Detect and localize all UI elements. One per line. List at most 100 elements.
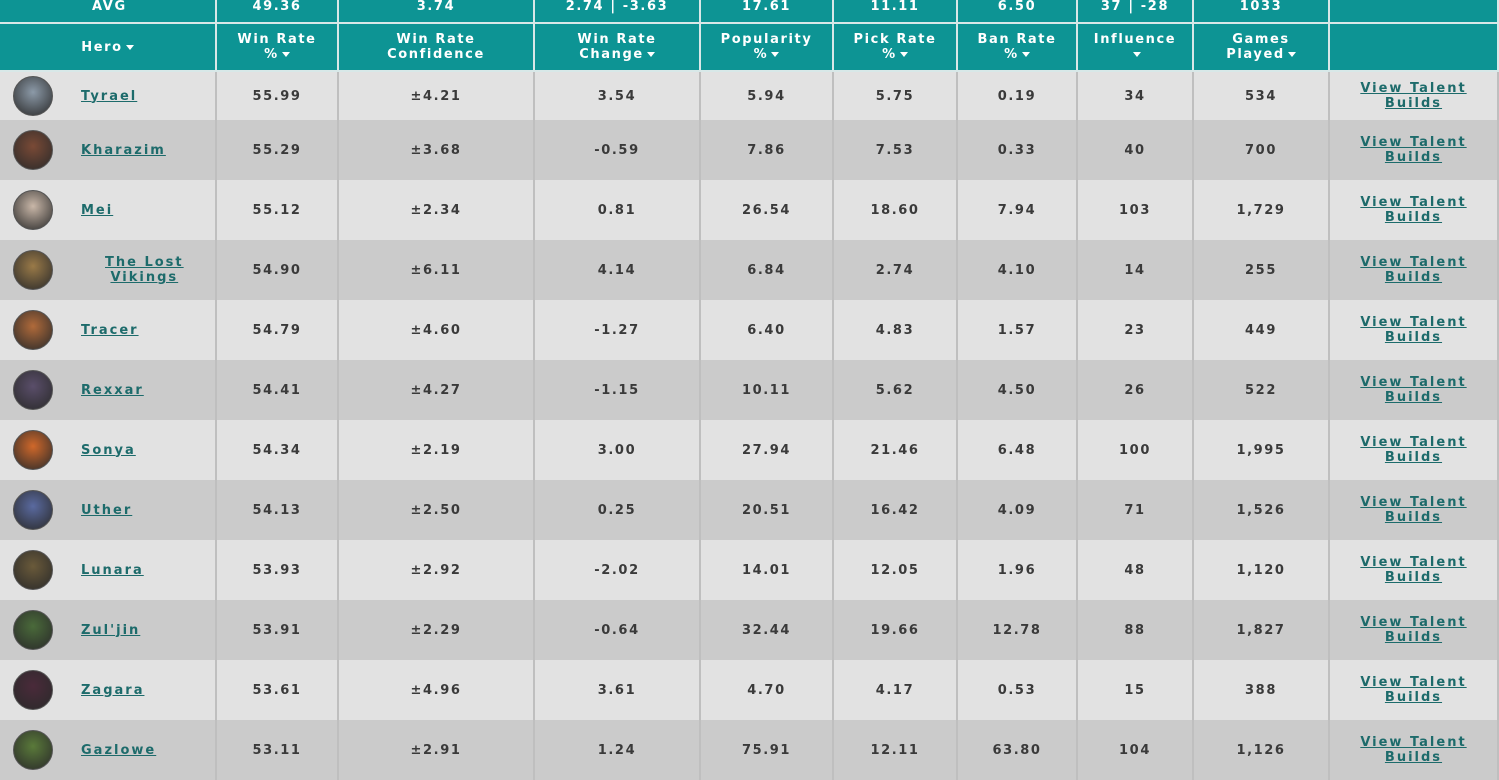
- win-rate-change-cell: -0.59: [535, 120, 701, 180]
- avg-row: AVG 49.36 3.74 2.74 | -3.63 17.61 11.11 …: [0, 0, 1499, 22]
- hero-link[interactable]: The Lost Vikings: [105, 255, 184, 285]
- view-talent-builds-link[interactable]: View Talent Builds: [1360, 735, 1466, 765]
- avg-win-rate-change: 2.74 | -3.63: [535, 0, 701, 22]
- talent-cell: View Talent Builds: [1330, 420, 1499, 480]
- sort-caret-icon: [1287, 52, 1296, 57]
- view-talent-builds-link[interactable]: View Talent Builds: [1360, 555, 1466, 585]
- ban-rate-cell: 6.48: [958, 420, 1078, 480]
- pick-rate-cell: 5.62: [834, 360, 958, 420]
- hero-link[interactable]: Kharazim: [81, 143, 166, 158]
- hero-portrait-icon[interactable]: [13, 370, 53, 410]
- view-talent-builds-link[interactable]: View Talent Builds: [1360, 675, 1466, 705]
- sort-caret-icon: [1021, 52, 1030, 57]
- pick-rate-cell: 19.66: [834, 600, 958, 660]
- table-row: Uther 54.13 ±2.50 0.25 20.51 16.42 4.09 …: [0, 480, 1499, 540]
- popularity-cell: 75.91: [701, 720, 834, 780]
- popularity-cell: 14.01: [701, 540, 834, 600]
- hero-link[interactable]: Mei: [81, 203, 113, 218]
- popularity-cell: 32.44: [701, 600, 834, 660]
- win-rate-cell: 54.90: [217, 240, 339, 300]
- ban-rate-cell: 63.80: [958, 720, 1078, 780]
- hero-portrait-icon[interactable]: [13, 310, 53, 350]
- win-rate-confidence-cell: ±2.19: [339, 420, 535, 480]
- view-talent-builds-link[interactable]: View Talent Builds: [1360, 255, 1466, 285]
- avg-ban-rate: 6.50: [958, 0, 1078, 22]
- win-rate-confidence-cell: ±2.92: [339, 540, 535, 600]
- games-played-cell: 700: [1194, 120, 1330, 180]
- influence-cell: 103: [1078, 180, 1194, 240]
- hero-portrait-icon[interactable]: [13, 190, 53, 230]
- hero-portrait-icon[interactable]: [13, 76, 53, 116]
- view-talent-builds-link[interactable]: View Talent Builds: [1360, 81, 1466, 111]
- view-talent-builds-link[interactable]: View Talent Builds: [1360, 375, 1466, 405]
- win-rate-change-cell: -2.02: [535, 540, 701, 600]
- avg-win-rate: 49.36: [217, 0, 339, 22]
- header-win-rate-change[interactable]: Win Rate Change: [535, 24, 701, 70]
- pick-rate-cell: 5.75: [834, 72, 958, 120]
- win-rate-change-cell: -0.64: [535, 600, 701, 660]
- table-row: Tyrael 55.99 ±4.21 3.54 5.94 5.75 0.19 3…: [0, 72, 1499, 120]
- hero-link[interactable]: Zul'jin: [81, 623, 140, 638]
- pick-rate-cell: 12.11: [834, 720, 958, 780]
- hero-portrait-icon[interactable]: [13, 250, 53, 290]
- header-popularity[interactable]: Popularity %: [701, 24, 834, 70]
- header-win-rate[interactable]: Win Rate %: [217, 24, 339, 70]
- influence-cell: 40: [1078, 120, 1194, 180]
- header-ban-rate[interactable]: Ban Rate %: [958, 24, 1078, 70]
- influence-cell: 14: [1078, 240, 1194, 300]
- hero-portrait-icon[interactable]: [13, 730, 53, 770]
- popularity-cell: 5.94: [701, 72, 834, 120]
- hero-portrait-icon[interactable]: [13, 430, 53, 470]
- header-pick-rate[interactable]: Pick Rate %: [834, 24, 958, 70]
- hero-link[interactable]: Sonya: [81, 443, 136, 458]
- hero-portrait-icon[interactable]: [13, 550, 53, 590]
- hero-link[interactable]: Zagara: [81, 683, 144, 698]
- popularity-cell: 10.11: [701, 360, 834, 420]
- view-talent-builds-link[interactable]: View Talent Builds: [1360, 615, 1466, 645]
- win-rate-change-cell: 4.14: [535, 240, 701, 300]
- talent-cell: View Talent Builds: [1330, 72, 1499, 120]
- talent-cell: View Talent Builds: [1330, 660, 1499, 720]
- hero-portrait-icon[interactable]: [13, 610, 53, 650]
- view-talent-builds-link[interactable]: View Talent Builds: [1360, 135, 1466, 165]
- games-played-cell: 1,526: [1194, 480, 1330, 540]
- win-rate-change-cell: 0.25: [535, 480, 701, 540]
- hero-cell: Kharazim: [0, 120, 217, 180]
- games-played-cell: 1,120: [1194, 540, 1330, 600]
- hero-cell: Uther: [0, 480, 217, 540]
- hero-portrait-icon[interactable]: [13, 130, 53, 170]
- sort-caret-icon: [281, 52, 290, 57]
- header-games-played[interactable]: Games Played: [1194, 24, 1330, 70]
- hero-link[interactable]: Gazlowe: [81, 743, 156, 758]
- hero-link[interactable]: Uther: [81, 503, 132, 518]
- avg-influence: 37 | -28: [1078, 0, 1194, 22]
- header-influence[interactable]: Influence: [1078, 24, 1194, 70]
- hero-portrait-icon[interactable]: [13, 670, 53, 710]
- view-talent-builds-link[interactable]: View Talent Builds: [1360, 495, 1466, 525]
- hero-portrait-icon[interactable]: [13, 490, 53, 530]
- view-talent-builds-link[interactable]: View Talent Builds: [1360, 435, 1466, 465]
- ban-rate-cell: 0.33: [958, 120, 1078, 180]
- table-body: Tyrael 55.99 ±4.21 3.54 5.94 5.75 0.19 3…: [0, 72, 1499, 780]
- influence-cell: 104: [1078, 720, 1194, 780]
- hero-link[interactable]: Tracer: [81, 323, 139, 338]
- ban-rate-cell: 1.96: [958, 540, 1078, 600]
- win-rate-confidence-cell: ±2.34: [339, 180, 535, 240]
- hero-link[interactable]: Rexxar: [81, 383, 144, 398]
- win-rate-cell: 54.41: [217, 360, 339, 420]
- win-rate-confidence-cell: ±2.91: [339, 720, 535, 780]
- hero-link[interactable]: Lunara: [81, 563, 144, 578]
- talent-cell: View Talent Builds: [1330, 120, 1499, 180]
- influence-cell: 26: [1078, 360, 1194, 420]
- ban-rate-cell: 0.53: [958, 660, 1078, 720]
- view-talent-builds-link[interactable]: View Talent Builds: [1360, 195, 1466, 225]
- hero-cell: Zul'jin: [0, 600, 217, 660]
- hero-link[interactable]: Tyrael: [81, 89, 137, 104]
- pick-rate-cell: 2.74: [834, 240, 958, 300]
- header-win-rate-confidence[interactable]: Win Rate Confidence: [339, 24, 535, 70]
- table-row: Tracer 54.79 ±4.60 -1.27 6.40 4.83 1.57 …: [0, 300, 1499, 360]
- header-hero[interactable]: Hero: [0, 24, 217, 70]
- view-talent-builds-link[interactable]: View Talent Builds: [1360, 315, 1466, 345]
- table-row: Zul'jin 53.91 ±2.29 -0.64 32.44 19.66 12…: [0, 600, 1499, 660]
- pick-rate-cell: 4.17: [834, 660, 958, 720]
